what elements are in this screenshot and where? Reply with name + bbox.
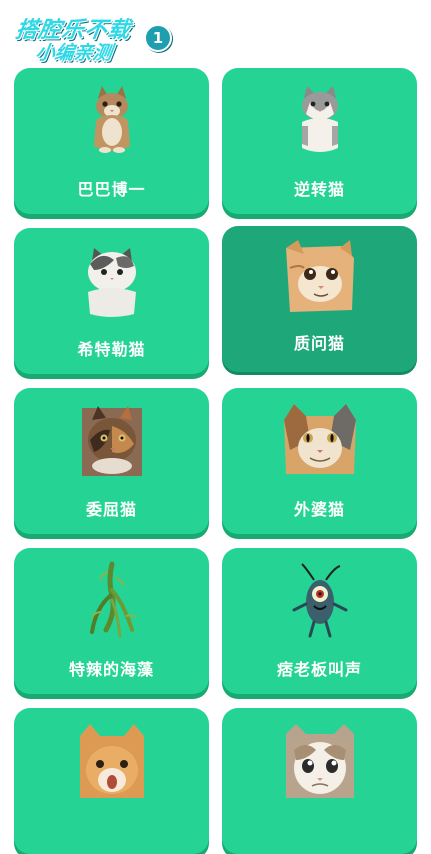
cat-grey-white-icon — [301, 86, 338, 152]
sound-label: 逆转猫 — [293, 180, 345, 199]
sound-card-orange-cat[interactable] — [14, 708, 209, 854]
cat-sitting-icon — [93, 86, 130, 153]
cat-face-questioning-icon — [285, 240, 354, 312]
sound-label: 希特勒猫 — [77, 340, 146, 359]
sound-card-crying-cat[interactable] — [222, 708, 417, 854]
sound-card-babobo[interactable]: 巴巴博一 — [14, 68, 209, 214]
sound-card-pilaoban[interactable]: 痞老板叫声 — [222, 548, 417, 694]
cat-calico-face-icon — [283, 404, 356, 474]
sound-label: 巴巴博一 — [77, 180, 146, 199]
sound-card-xitelemao[interactable]: 希特勒猫 — [14, 228, 209, 374]
sound-card-zhiwenmao[interactable]: 质问猫 — [222, 226, 417, 372]
sound-card-waipomao[interactable]: 外婆猫 — [222, 388, 417, 534]
sound-grid: 巴巴博一 逆转猫 希特勒猫 质问猫 委屈猫 外婆猫 特辣的海藻 痞老板叫声 — [0, 0, 431, 854]
cat-orange-face-icon — [79, 724, 144, 798]
sound-label: 委屈猫 — [85, 500, 137, 519]
sound-label: 外婆猫 — [293, 500, 345, 519]
sound-card-haizao[interactable]: 特辣的海藻 — [14, 548, 209, 694]
sound-label: 痞老板叫声 — [276, 660, 362, 679]
sound-label: 质问猫 — [293, 334, 345, 353]
cat-tortoiseshell-icon — [81, 406, 142, 476]
seaweed-icon — [89, 561, 137, 638]
sound-card-nizhuanmao[interactable]: 逆转猫 — [222, 68, 417, 214]
sound-card-weiqumao[interactable]: 委屈猫 — [14, 388, 209, 534]
cat-crying-face-icon — [285, 724, 354, 798]
sound-label: 特辣的海藻 — [68, 660, 154, 679]
plankton-icon — [292, 563, 347, 638]
cat-white-grey-icon — [87, 248, 136, 317]
